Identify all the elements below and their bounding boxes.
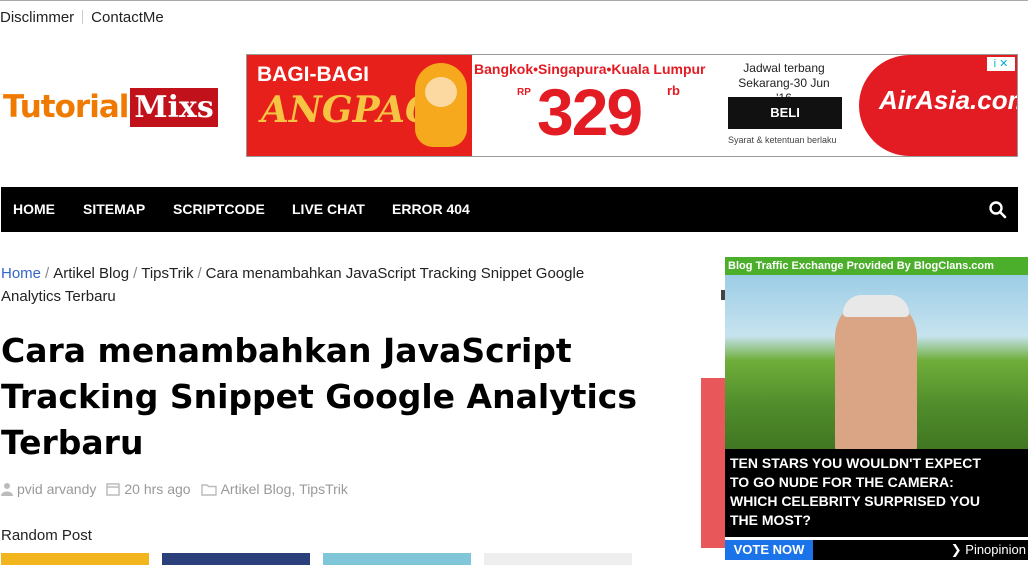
search-icon[interactable] (988, 200, 1008, 220)
nav-item-home[interactable]: HOME (13, 187, 55, 232)
ad-person-hair (843, 295, 909, 317)
calendar-icon (106, 483, 121, 496)
ad-promo-script: ANGPAO (261, 89, 437, 131)
breadcrumb-separator: / (45, 265, 50, 282)
ad-currency: RP (517, 87, 531, 98)
main-navigation: HOME SITEMAP SCRIPTCODE LIVE CHAT ERROR … (1, 187, 1018, 232)
sidebar-ad-image[interactable] (725, 275, 1028, 465)
nav-item-sitemap[interactable]: SITEMAP (83, 187, 145, 232)
site-logo[interactable]: Tutorial Mixs (3, 80, 218, 134)
sidebar-red-fragment (701, 378, 725, 548)
post-meta: pvid arvandy 20 hrs ago Artikel Blog, Ti… (1, 481, 348, 497)
disclaimer-link[interactable]: Disclimmer (0, 9, 74, 26)
pinopinion-logo[interactable]: ❯ Pinopinion (813, 540, 1028, 560)
sidebar-ad[interactable]: Blog Traffic Exchange Provided By BlogCl… (725, 257, 1028, 562)
breadcrumb-artikel-blog[interactable]: Artikel Blog (53, 265, 129, 282)
folder-icon (200, 483, 217, 496)
ad-price: 329 (537, 75, 643, 149)
sidebar-ad-headline[interactable]: TEN STARS YOU WOULDN'T EXPECT TO GO NUDE… (730, 454, 1028, 530)
post-time: 20 hrs ago (124, 481, 191, 497)
monkey-mascot-icon (415, 63, 467, 147)
random-post-thumbnails (0, 553, 640, 565)
nav-item-error-404[interactable]: ERROR 404 (392, 187, 470, 232)
post-author[interactable]: pvid arvandy (17, 481, 96, 497)
ad-terms: Syarat & ketentuan berlaku (728, 135, 837, 145)
breadcrumb-separator: / (133, 265, 138, 282)
logo-text-secondary: Mixs (130, 87, 218, 127)
random-post-heading: Random Post (1, 527, 92, 544)
airasia-logo: AirAsia.com (879, 85, 1018, 115)
post-category-artikel-blog[interactable]: Artikel Blog (221, 481, 292, 497)
logo-text-primary: Tutorial (3, 89, 129, 125)
nav-item-scriptcode[interactable]: SCRIPTCODE (173, 187, 265, 232)
user-icon (1, 483, 13, 496)
link-separator (82, 10, 84, 24)
breadcrumb-home[interactable]: Home (1, 265, 41, 282)
breadcrumb-tipstrik[interactable]: TipsTrik (141, 265, 193, 282)
vote-now-button[interactable]: VOTE NOW (725, 540, 813, 560)
breadcrumb-separator: / (197, 265, 202, 282)
nav-item-live-chat[interactable]: LIVE CHAT (292, 187, 365, 232)
post-title: Cara menambahkan JavaScript Tracking Sni… (1, 331, 637, 462)
adchoices-icon[interactable]: i ✕ (987, 57, 1015, 71)
top-border (0, 0, 1028, 1)
ad-buy-button[interactable]: BELI (728, 97, 842, 129)
random-post-thumbnail[interactable] (1, 553, 149, 565)
random-post-thumbnail[interactable] (323, 553, 471, 565)
header-ad-banner[interactable]: BAGI-BAGI ANGPAO Bangkok•Singapura•Kuala… (246, 54, 1018, 157)
ad-promo-text: BAGI-BAGI (257, 63, 369, 86)
mascot-face (425, 77, 457, 107)
post-category-tipstrik[interactable]: TipsTrik (299, 481, 348, 497)
breadcrumb: Home / Artikel Blog / TipsTrik / Cara menambah… (1, 262, 641, 308)
ad-person-figure (835, 297, 917, 457)
random-post-thumbnail[interactable] (162, 553, 310, 565)
ad-schedule-line1: Jadwal terbang (743, 61, 825, 75)
contact-link[interactable]: ContactMe (91, 9, 164, 26)
top-links: Disclimmer ContactMe (0, 9, 164, 26)
sidebar-ad-header[interactable]: Blog Traffic Exchange Provided By BlogCl… (725, 257, 1028, 275)
category-separator: , (291, 481, 300, 497)
ad-price-suffix: rb (667, 83, 680, 98)
random-post-thumbnail[interactable] (484, 553, 632, 565)
